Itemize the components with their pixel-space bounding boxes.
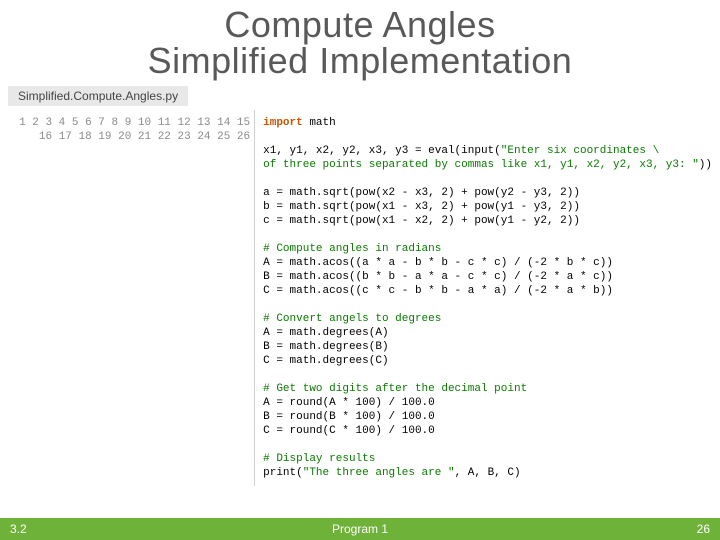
title-line1: Compute Angles [0,6,720,44]
comment: # Compute angles in radians [263,243,441,255]
string-literal: "Enter six coordinates \ [501,145,659,157]
code-text: C = math.acos((c * c - b * b - a * a) / … [263,285,613,297]
code-text: x1, y1, x2, y2, x3, y3 = eval(input( [263,145,501,157]
code-text: b = math.sqrt(pow(x1 - x3, 2) + pow(y1 -… [263,201,580,213]
code-text: C = round(C * 100) / 100.0 [263,425,435,437]
code-text: a = math.sqrt(pow(x2 - x3, 2) + pow(y2 -… [263,187,580,199]
string-literal: of three points separated by commas like… [263,159,699,171]
code-text: C = math.degrees(C) [263,355,388,367]
code-text: print( [263,467,303,479]
code-text: c = math.sqrt(pow(x1 - x2, 2) + pow(y1 -… [263,215,580,227]
comment: # Convert angels to degrees [263,313,441,325]
footer-section-number: 3.2 [0,522,80,536]
footer-bar: 3.2 Program 1 26 [0,518,720,540]
footer-program-label: Program 1 [80,522,640,536]
code-text: B = round(B * 100) / 100.0 [263,411,435,423]
comment: # Display results [263,453,375,465]
comment: # Get two digits after the decimal point [263,383,527,395]
filename-tag: Simplified.Compute.Angles.py [8,86,188,106]
code-text: A = math.acos((a * a - b * b - c * c) / … [263,257,613,269]
code-block: 1 2 3 4 5 6 7 8 9 10 11 12 13 14 15 16 1… [0,110,720,486]
code-text: A = math.degrees(A) [263,327,388,339]
slide: Compute Angles Simplified Implementation… [0,0,720,540]
footer-page-number: 26 [640,522,720,536]
line-number-gutter: 1 2 3 4 5 6 7 8 9 10 11 12 13 14 15 16 1… [0,110,255,486]
code-text: A = round(A * 100) / 100.0 [263,397,435,409]
kw-import: import [263,117,303,129]
code-text: math [303,117,336,129]
code-text: , A, B, C) [455,467,521,479]
code-text: B = math.degrees(B) [263,341,388,353]
code-text: B = math.acos((b * b - a * a - c * c) / … [263,271,613,283]
code-text: )) [699,159,712,171]
title-line2: Simplified Implementation [0,42,720,80]
title-block: Compute Angles Simplified Implementation [0,0,720,80]
code-content: import math x1, y1, x2, y2, x3, y3 = eva… [255,110,720,486]
string-literal: "The three angles are " [303,467,455,479]
